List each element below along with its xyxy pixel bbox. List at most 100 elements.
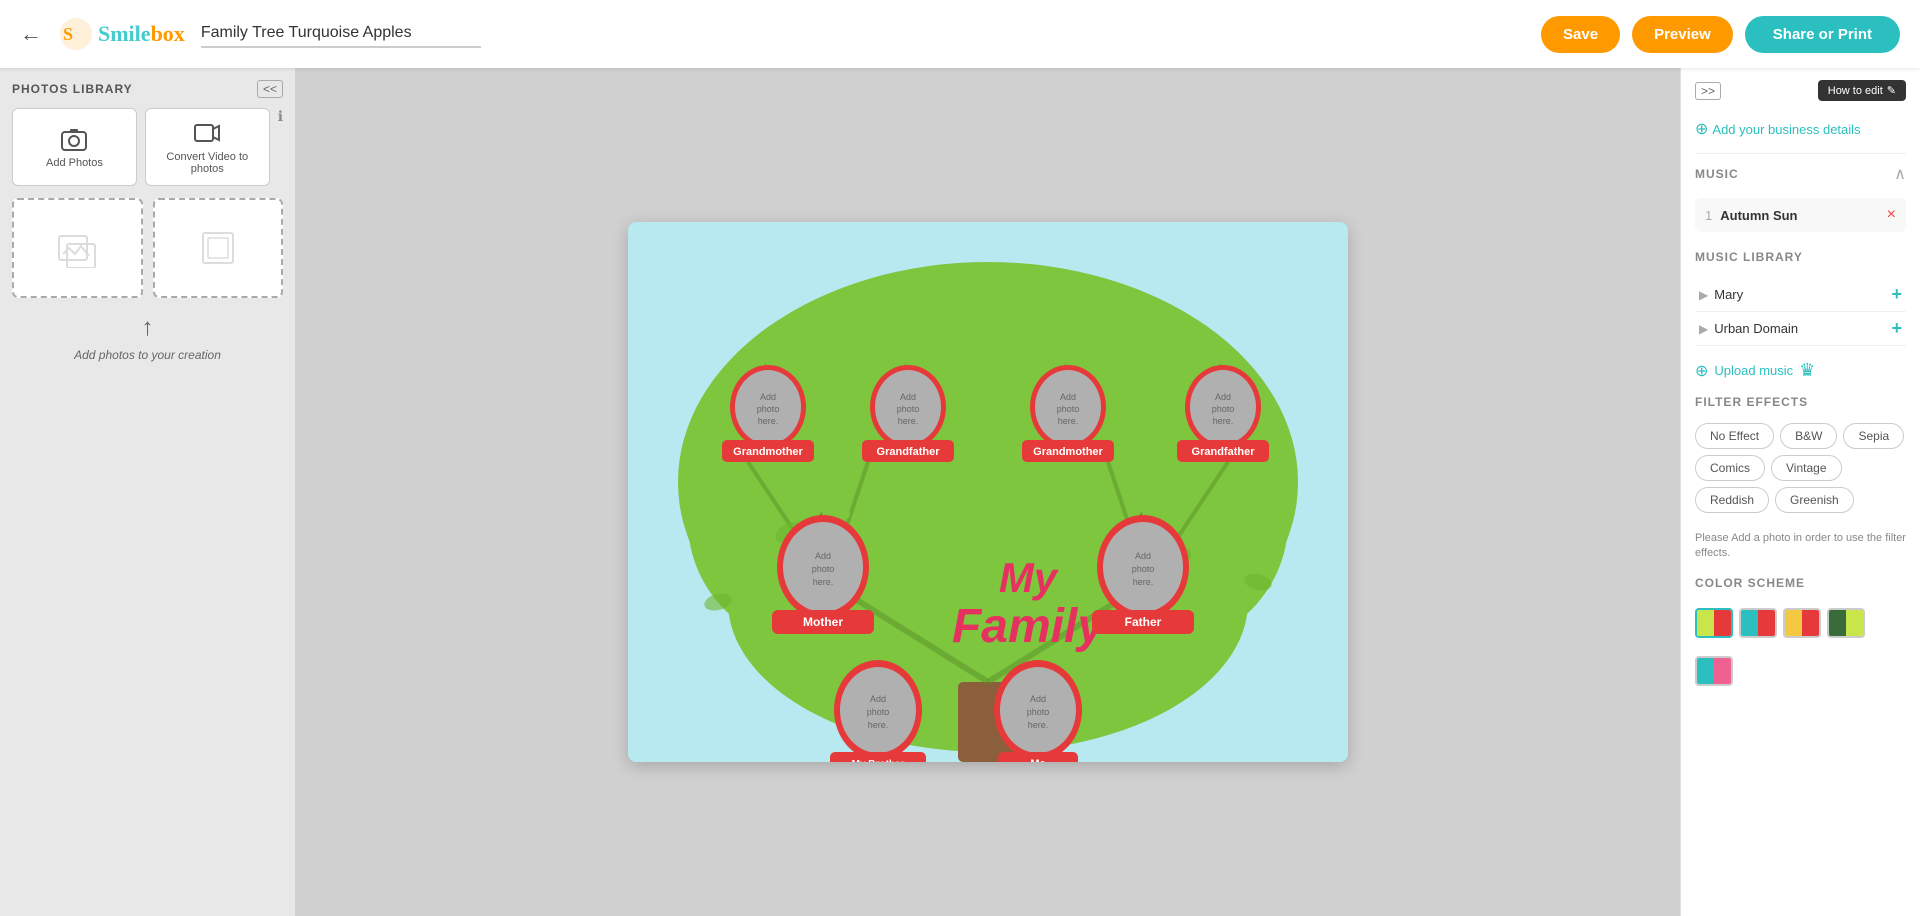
svg-text:here.: here. xyxy=(897,416,918,426)
color-swatch-5[interactable] xyxy=(1695,656,1733,686)
svg-text:Add: Add xyxy=(1214,392,1230,402)
add-mary-button[interactable]: + xyxy=(1891,284,1902,305)
music-label: MUSIC xyxy=(1695,167,1739,181)
mary-track-name: Mary xyxy=(1714,287,1743,302)
project-title-input[interactable] xyxy=(201,20,481,48)
svg-text:photo: photo xyxy=(1026,707,1049,717)
svg-text:Grandmother: Grandmother xyxy=(1033,446,1103,458)
remove-track-button[interactable]: × xyxy=(1887,206,1896,224)
svg-text:Grandmother: Grandmother xyxy=(733,446,803,458)
photo-tools: Add Photos Convert Video to photos ℹ xyxy=(12,108,283,186)
share-button[interactable]: Share or Print xyxy=(1745,16,1900,53)
filter-note: Please Add a photo in order to use the f… xyxy=(1695,531,1906,562)
arrow-up-icon: ↑ xyxy=(142,314,154,342)
play-mary-button[interactable]: ▶ xyxy=(1699,288,1708,302)
logo-icon: S xyxy=(58,16,94,52)
video-icon xyxy=(193,119,221,147)
edit-icon: ✎ xyxy=(1887,84,1896,97)
upload-plus-icon: ⊕ xyxy=(1695,361,1708,381)
add-photos-hint-text: Add photos to your creation xyxy=(74,348,221,362)
filter-reddish[interactable]: Reddish xyxy=(1695,487,1769,513)
crown-icon: ♛ xyxy=(1799,360,1815,381)
filter-no-effect[interactable]: No Effect xyxy=(1695,423,1774,449)
music-section-header: MUSIC ∧ xyxy=(1695,153,1906,184)
color-swatch-1[interactable] xyxy=(1695,608,1733,638)
play-urban-button[interactable]: ▶ xyxy=(1699,322,1708,336)
filter-bw[interactable]: B&W xyxy=(1780,423,1837,449)
svg-text:Family: Family xyxy=(951,600,1105,653)
filter-effects-header: FILTER EFFECTS xyxy=(1695,395,1906,409)
color-swatch-4[interactable] xyxy=(1827,608,1865,638)
logo-text: Smilebox xyxy=(98,21,185,47)
add-business-label: Add your business details xyxy=(1712,122,1860,137)
svg-text:S: S xyxy=(63,24,73,44)
filter-greenish[interactable]: Greenish xyxy=(1775,487,1854,513)
filter-comics[interactable]: Comics xyxy=(1695,455,1765,481)
add-urban-button[interactable]: + xyxy=(1891,318,1902,339)
color-swatch-2[interactable] xyxy=(1739,608,1777,638)
add-photos-hint: ↑ Add photos to your creation xyxy=(12,314,283,362)
plus-circle-icon: ⊕ xyxy=(1695,119,1708,139)
svg-text:here.: here. xyxy=(867,720,888,730)
svg-text:Grandfather: Grandfather xyxy=(876,446,940,458)
svg-text:here.: here. xyxy=(812,577,833,587)
photos-library-header: PHOTOS LIBRARY << xyxy=(12,80,283,98)
canvas-container[interactable]: My Family Add photo here. Grandmother xyxy=(628,222,1348,762)
svg-text:photo: photo xyxy=(756,404,779,414)
info-button[interactable]: ℹ xyxy=(278,108,283,125)
add-photos-tool[interactable]: Add Photos xyxy=(12,108,137,186)
left-sidebar: PHOTOS LIBRARY << Add Photos Convert Vid… xyxy=(0,68,295,916)
filter-sepia[interactable]: Sepia xyxy=(1843,423,1904,449)
svg-text:here.: here. xyxy=(1212,416,1233,426)
music-library-list: ▶ Mary + ▶ Urban Domain + xyxy=(1695,278,1906,346)
photo-frame-2[interactable] xyxy=(153,198,284,298)
color-swatches-row2 xyxy=(1695,656,1906,686)
svg-text:here.: here. xyxy=(757,416,778,426)
svg-text:photo: photo xyxy=(1211,404,1234,414)
svg-text:here.: here. xyxy=(1027,720,1048,730)
svg-text:photo: photo xyxy=(896,404,919,414)
back-button[interactable]: ← xyxy=(20,21,42,47)
svg-text:Add: Add xyxy=(814,551,830,561)
filter-vintage[interactable]: Vintage xyxy=(1771,455,1841,481)
svg-text:photo: photo xyxy=(811,564,834,574)
family-tree-canvas: My Family Add photo here. Grandmother xyxy=(628,222,1348,762)
right-sidebar: >> How to edit ✎ ⊕ Add your business det… xyxy=(1680,68,1920,916)
filter-grid: No Effect B&W Sepia Comics Vintage Reddi… xyxy=(1695,423,1906,513)
svg-text:Add: Add xyxy=(1134,551,1150,561)
music-toggle-button[interactable]: ∧ xyxy=(1894,164,1906,184)
music-item-mary-left: ▶ Mary xyxy=(1699,287,1743,302)
urban-track-name: Urban Domain xyxy=(1714,321,1798,336)
logo-smile: Smile xyxy=(98,21,151,46)
svg-text:here.: here. xyxy=(1057,416,1078,426)
preview-button[interactable]: Preview xyxy=(1632,16,1733,53)
color-swatch-3[interactable] xyxy=(1783,608,1821,638)
music-library-header: MUSIC LIBRARY xyxy=(1695,250,1906,264)
collapse-sidebar-button[interactable]: << xyxy=(257,80,283,98)
logo-box: box xyxy=(151,21,185,46)
photo-frame-1[interactable] xyxy=(12,198,143,298)
music-item-urban: ▶ Urban Domain + xyxy=(1695,312,1906,346)
expand-sidebar-button[interactable]: >> xyxy=(1695,82,1721,100)
svg-text:Me: Me xyxy=(1030,758,1045,762)
topbar: ← S Smilebox Save Preview Share or Print xyxy=(0,0,1920,68)
music-item-mary: ▶ Mary + xyxy=(1695,278,1906,312)
photo-frames xyxy=(12,198,283,298)
convert-video-tool[interactable]: Convert Video to photos xyxy=(145,108,270,186)
svg-text:Add: Add xyxy=(759,392,775,402)
how-to-edit-button[interactable]: How to edit ✎ xyxy=(1818,80,1906,101)
camera-icon xyxy=(60,125,88,153)
upload-music-button[interactable]: ⊕ Upload music ♛ xyxy=(1695,360,1906,381)
main-layout: PHOTOS LIBRARY << Add Photos Convert Vid… xyxy=(0,68,1920,916)
photo-frame-icon-1 xyxy=(57,228,97,268)
svg-text:Add: Add xyxy=(869,694,885,704)
add-business-details-button[interactable]: ⊕ Add your business details xyxy=(1695,119,1906,139)
save-button[interactable]: Save xyxy=(1541,16,1620,53)
svg-text:Father: Father xyxy=(1124,615,1161,629)
color-scheme-header: COLOR SCHEME xyxy=(1695,576,1906,590)
how-to-edit-label: How to edit xyxy=(1828,85,1883,97)
svg-text:Grandfather: Grandfather xyxy=(1191,446,1255,458)
music-item-urban-left: ▶ Urban Domain xyxy=(1699,321,1798,336)
photo-frame-icon-2 xyxy=(198,228,238,268)
svg-text:Add: Add xyxy=(1059,392,1075,402)
